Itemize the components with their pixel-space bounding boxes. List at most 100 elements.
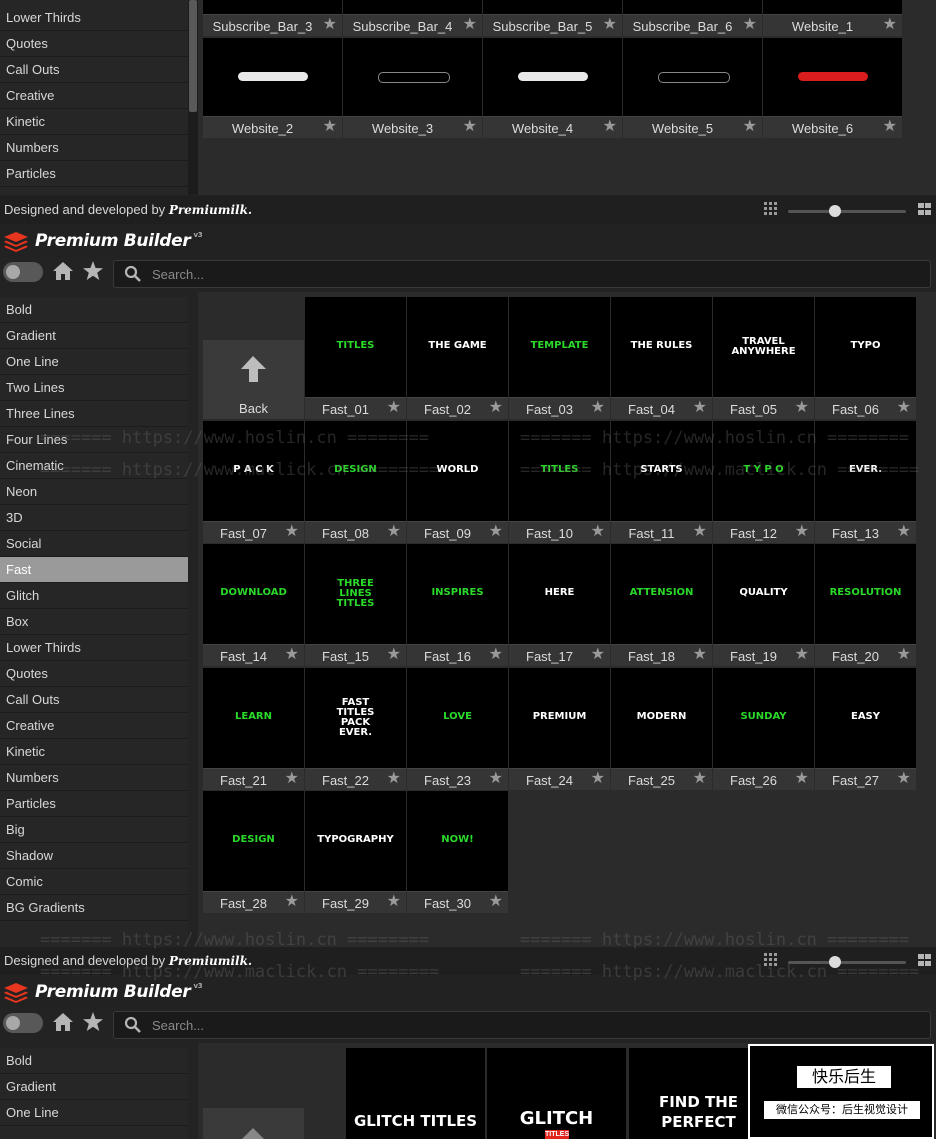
favorite-star-icon[interactable]: ★: [387, 770, 401, 788]
template-tile[interactable]: HERE Fast_17 ★: [509, 544, 610, 666]
favorite-star-icon[interactable]: ★: [591, 523, 605, 541]
template-tile[interactable]: LEARN Fast_21 ★: [203, 668, 304, 790]
template-tile[interactable]: DESIGN Fast_28 ★: [203, 791, 304, 913]
favorite-star-icon[interactable]: ★: [897, 646, 911, 664]
search-input[interactable]: [152, 265, 852, 283]
template-tile[interactable]: Subscribe_Bar_5 ★: [483, 0, 622, 36]
template-tile[interactable]: PREMIUM Fast_24 ★: [509, 668, 610, 790]
favorite-star-icon[interactable]: ★: [591, 646, 605, 664]
sidebar-item[interactable]: Bold: [0, 297, 188, 323]
favorite-star-icon[interactable]: ★: [743, 16, 757, 34]
sidebar-item[interactable]: Quotes: [0, 661, 188, 687]
zoom-slider-thumb[interactable]: [829, 205, 842, 217]
template-tile[interactable]: T Y P O Fast_12 ★: [713, 421, 814, 543]
template-tile[interactable]: Website_6 ★: [763, 38, 902, 138]
search-input[interactable]: [152, 1016, 852, 1034]
template-tile[interactable]: DOWNLOAD Fast_14 ★: [203, 544, 304, 666]
template-tile[interactable]: Subscribe_Bar_3 ★: [203, 0, 342, 36]
favorite-star-icon[interactable]: ★: [795, 770, 809, 788]
sidebar-item[interactable]: Two Lines: [0, 375, 188, 401]
sidebar-item[interactable]: Gradient: [0, 1074, 188, 1100]
favorite-star-icon[interactable]: ★: [387, 523, 401, 541]
favorite-star-icon[interactable]: ★: [795, 523, 809, 541]
template-tile[interactable]: Website_5 ★: [623, 38, 762, 138]
sidebar-item[interactable]: Big: [0, 817, 188, 843]
template-tile[interactable]: RESOLUTION Fast_20 ★: [815, 544, 916, 666]
template-tile[interactable]: TITLES Fast_10 ★: [509, 421, 610, 543]
mode-toggle[interactable]: [3, 1013, 43, 1033]
favorite-star-icon[interactable]: ★: [285, 770, 299, 788]
sidebar-item[interactable]: Numbers: [0, 135, 188, 161]
favorite-star-icon[interactable]: ★: [323, 118, 337, 136]
sidebar-item[interactable]: Comic: [0, 869, 188, 895]
sidebar-item[interactable]: Lower Thirds: [0, 5, 188, 31]
template-tile[interactable]: THE RULES Fast_04 ★: [611, 297, 712, 419]
sidebar-item[interactable]: 3D: [0, 505, 188, 531]
mode-toggle[interactable]: [3, 262, 43, 282]
sidebar-item[interactable]: Shadow: [0, 843, 188, 869]
sidebar-item[interactable]: Quotes: [0, 31, 188, 57]
favorite-star-icon[interactable]: ★: [795, 399, 809, 417]
favorite-star-icon[interactable]: ★: [897, 770, 911, 788]
sidebar-item[interactable]: Bold: [0, 1048, 188, 1074]
template-tile[interactable]: Website_2 ★: [203, 38, 342, 138]
template-tile[interactable]: TEMPLATE Fast_03 ★: [509, 297, 610, 419]
favorite-star-icon[interactable]: ★: [603, 16, 617, 34]
sidebar-item[interactable]: Fast: [0, 557, 188, 583]
sidebar-item[interactable]: Three Lines: [0, 401, 188, 427]
zoom-slider[interactable]: [788, 205, 906, 217]
favorite-star-icon[interactable]: ★: [883, 118, 897, 136]
template-tile[interactable]: THREE LINES TITLES Fast_15 ★: [305, 544, 406, 666]
template-tile[interactable]: TITLES Fast_01 ★: [305, 297, 406, 419]
favorite-star-icon[interactable]: ★: [489, 523, 503, 541]
sidebar-item[interactable]: Four Lines: [0, 427, 188, 453]
template-tile[interactable]: TYPOGRAPHY Fast_29 ★: [305, 791, 406, 913]
sidebar-item[interactable]: Creative: [0, 83, 188, 109]
small-grid-icon[interactable]: [764, 202, 777, 215]
sidebar-item[interactable]: Kinetic: [0, 739, 188, 765]
sidebar-item[interactable]: Particles: [0, 791, 188, 817]
search-box[interactable]: [113, 1011, 931, 1039]
favorite-star-icon[interactable]: ★: [743, 118, 757, 136]
favorite-star-icon[interactable]: ★: [285, 523, 299, 541]
template-tile[interactable]: WORLD Fast_09 ★: [407, 421, 508, 543]
template-tile[interactable]: Website_4 ★: [483, 38, 622, 138]
favorite-star-icon[interactable]: ★: [897, 523, 911, 541]
template-tile[interactable]: INSPIRES Fast_16 ★: [407, 544, 508, 666]
sidebar-item[interactable]: Social: [0, 531, 188, 557]
sidebar-item[interactable]: Glitch: [0, 583, 188, 609]
template-tile[interactable]: GLITCH TITLES: [346, 1048, 485, 1139]
template-tile[interactable]: NOW! Fast_30 ★: [407, 791, 508, 913]
sidebar-item[interactable]: One Line: [0, 1100, 188, 1126]
favorite-star-icon[interactable]: ★: [323, 16, 337, 34]
toggle-knob[interactable]: [6, 1016, 20, 1030]
large-grid-icon[interactable]: [918, 954, 931, 967]
sidebar-item[interactable]: Gradient: [0, 323, 188, 349]
favorite-star-icon[interactable]: ★: [489, 399, 503, 417]
sidebar-item[interactable]: Particles: [0, 161, 188, 187]
template-tile[interactable]: SUBSCRIBED Subscribe_Bar_6 ★: [623, 0, 762, 36]
favorite-star-icon[interactable]: ★: [387, 893, 401, 911]
template-tile[interactable]: DESIGN Fast_08 ★: [305, 421, 406, 543]
favorite-star-icon[interactable]: ★: [463, 118, 477, 136]
favorite-star-icon[interactable]: ★: [387, 399, 401, 417]
toggle-knob[interactable]: [6, 265, 20, 279]
template-tile[interactable]: QUALITY Fast_19 ★: [713, 544, 814, 666]
template-tile[interactable]: EVER. Fast_13 ★: [815, 421, 916, 543]
template-tile[interactable]: STARTS Fast_11 ★: [611, 421, 712, 543]
template-tile[interactable]: SUNDAY Fast_26 ★: [713, 668, 814, 790]
back-tile[interactable]: [203, 1108, 304, 1139]
favorite-star-icon[interactable]: ★: [693, 770, 707, 788]
favorite-star-icon[interactable]: ★: [463, 16, 477, 34]
template-tile[interactable]: Subscribe_Bar_4 ★: [343, 0, 482, 36]
top-sidebar-scrollbar[interactable]: [188, 0, 198, 195]
sidebar-item[interactable]: Kinetic: [0, 109, 188, 135]
favorite-star-icon[interactable]: ★: [693, 646, 707, 664]
favorite-star-icon[interactable]: ★: [285, 893, 299, 911]
favorite-star-icon[interactable]: ★: [603, 118, 617, 136]
template-tile[interactable]: TRAVEL ANYWHERE Fast_05 ★: [713, 297, 814, 419]
favorite-star-icon[interactable]: ★: [591, 399, 605, 417]
template-tile[interactable]: FAST TITLES PACK EVER. Fast_22 ★: [305, 668, 406, 790]
favorite-star-icon[interactable]: ★: [693, 399, 707, 417]
scrollbar-thumb[interactable]: [189, 0, 197, 112]
